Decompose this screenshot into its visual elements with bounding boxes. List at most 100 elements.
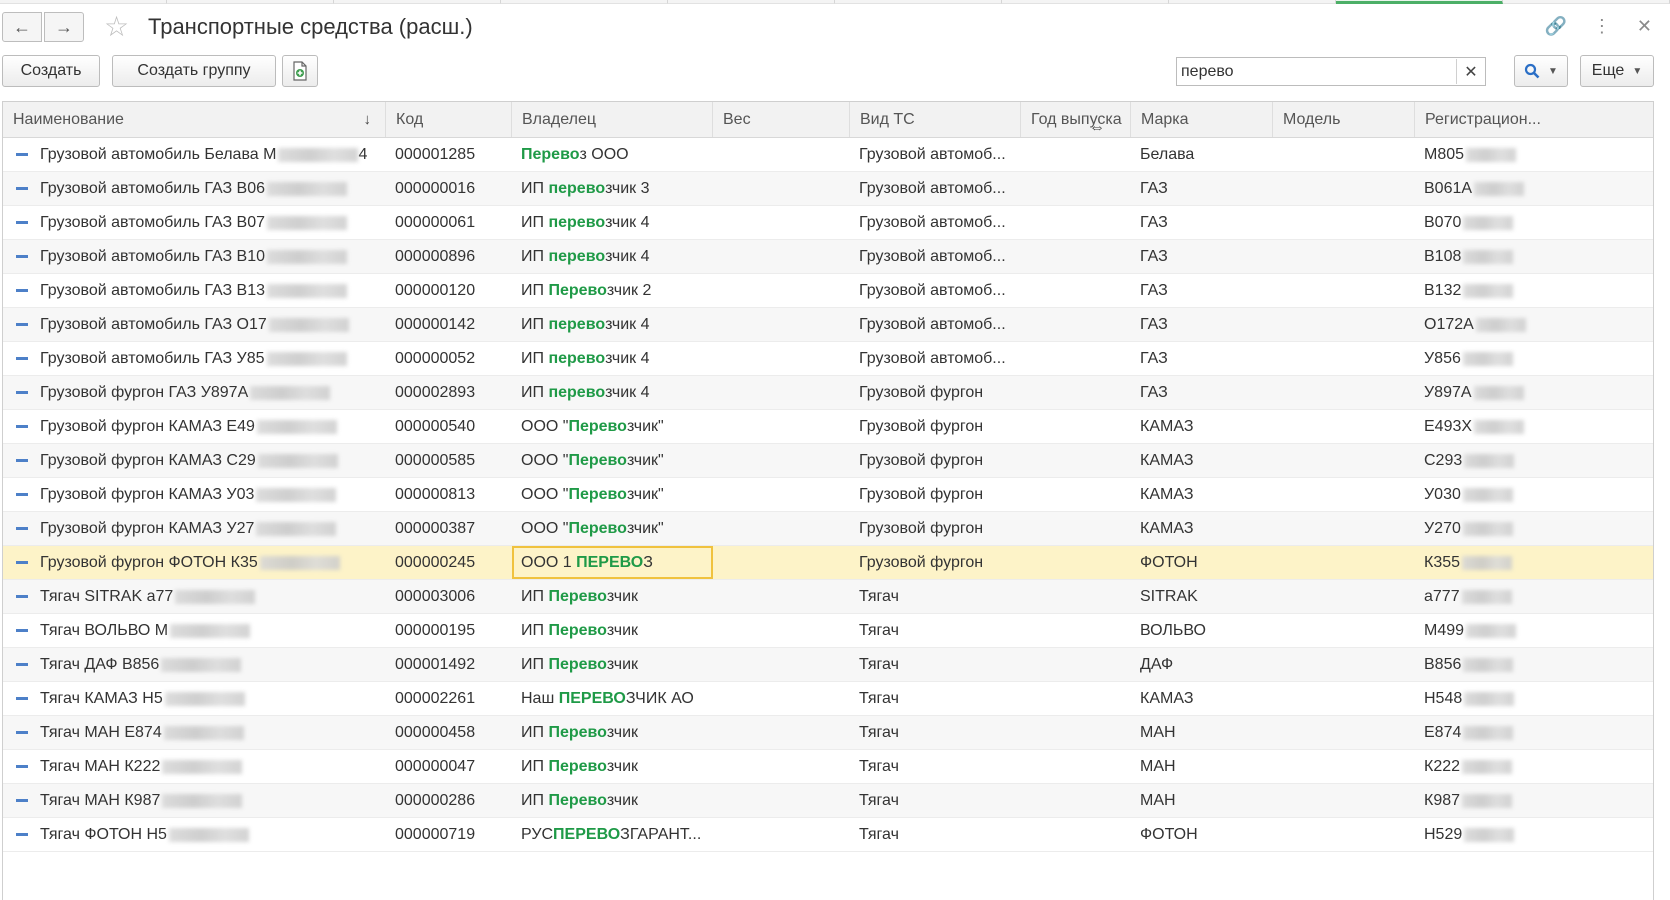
cell-weight[interactable] [713,308,850,341]
cell-year[interactable] [1021,580,1131,613]
cell-year[interactable] [1021,274,1131,307]
cell-model[interactable] [1273,614,1415,647]
cell-brand[interactable]: ГАЗ [1131,274,1273,307]
cell-vehicle-type[interactable]: Тягач [850,784,1021,817]
cell-code[interactable]: 000002261 [386,682,512,715]
cell-model[interactable] [1273,682,1415,715]
cell-name[interactable]: Грузовой фургон ГАЗ У897А [3,376,386,409]
cell-model[interactable] [1273,376,1415,409]
search-input[interactable] [1176,57,1486,86]
cell-model[interactable] [1273,206,1415,239]
cell-registration[interactable]: М499 [1415,614,1653,647]
cell-name[interactable]: Грузовой фургон КАМАЗ С29 [3,444,386,477]
cell-owner[interactable]: ИП перевозчик 4 [512,308,713,341]
cell-registration[interactable]: а777 [1415,580,1653,613]
cell-registration[interactable]: К355 [1415,546,1653,579]
cell-name[interactable]: Грузовой фургон КАМАЗ У27 [3,512,386,545]
cell-code[interactable]: 000000245 [386,546,512,579]
cell-owner[interactable]: ИП перевозчик 3 [512,172,713,205]
cell-code[interactable]: 000002893 [386,376,512,409]
cell-name[interactable]: Грузовой автомобиль ГАЗ В06 [3,172,386,205]
cell-weight[interactable] [713,750,850,783]
cell-weight[interactable] [713,240,850,273]
cell-vehicle-type[interactable]: Тягач [850,648,1021,681]
cell-year[interactable] [1021,172,1131,205]
cell-weight[interactable] [713,614,850,647]
cell-registration[interactable]: О172А [1415,308,1653,341]
cell-owner[interactable]: Перевоз ООО [512,138,713,171]
cell-name[interactable]: Тягач ДАФ В856 [3,648,386,681]
cell-weight[interactable] [713,410,850,443]
cell-model[interactable] [1273,342,1415,375]
table-row[interactable]: Грузовой автомобиль ГАЗ В13 000000120 ИП П… [3,274,1653,308]
cell-name[interactable]: Тягач КАМАЗ Н5 [3,682,386,715]
cell-year[interactable] [1021,716,1131,749]
cell-code[interactable]: 000000813 [386,478,512,511]
cell-name[interactable]: Грузовой автомобиль ГАЗ В13 [3,274,386,307]
cell-vehicle-type[interactable]: Тягач [850,682,1021,715]
cell-model[interactable] [1273,648,1415,681]
cell-vehicle-type[interactable]: Грузовой автомоб... [850,138,1021,171]
cell-year[interactable] [1021,410,1131,443]
cell-vehicle-type[interactable]: Грузовой автомоб... [850,308,1021,341]
cell-registration[interactable]: Е493Х [1415,410,1653,443]
cell-vehicle-type[interactable]: Грузовой фургон [850,512,1021,545]
cell-registration[interactable]: У030 [1415,478,1653,511]
cell-code[interactable]: 000003006 [386,580,512,613]
column-header-year[interactable]: Год выпуска [1021,102,1131,137]
cell-code[interactable]: 000001285 [386,138,512,171]
cell-weight[interactable] [713,206,850,239]
cell-model[interactable] [1273,172,1415,205]
table-row[interactable]: Грузовой автомобиль ГАЗ В10 000000896 ИП п… [3,240,1653,274]
table-row[interactable]: Тягач МАН К222 000000047 ИП Перевозчик Тяга… [3,750,1653,784]
column-header-code[interactable]: Код [386,102,512,137]
cell-brand[interactable]: ГАЗ [1131,376,1273,409]
cell-year[interactable] [1021,308,1131,341]
cell-owner[interactable]: ООО "Перевозчик" [512,478,713,511]
cell-year[interactable] [1021,138,1131,171]
cell-registration[interactable]: Н529 [1415,818,1653,851]
cell-owner[interactable]: ООО "Перевозчик" [512,410,713,443]
close-icon[interactable]: ✕ [1637,14,1652,38]
cell-vehicle-type[interactable]: Грузовой автомоб... [850,172,1021,205]
cell-code[interactable]: 000000896 [386,240,512,273]
cell-name[interactable]: Тягач ВОЛЬВО М [3,614,386,647]
column-header-vehicle-type[interactable]: Вид ТС [850,102,1021,137]
table-row[interactable]: Тягач КАМАЗ Н5 000002261 Наш ПЕРЕВОЗЧИК АО… [3,682,1653,716]
cell-owner[interactable]: ИП перевозчик 4 [512,376,713,409]
cell-code[interactable]: 000000047 [386,750,512,783]
cell-name[interactable]: Грузовой автомобиль ГАЗ У85 [3,342,386,375]
table-row[interactable]: Грузовой фургон ФОТОН К35 000000245 ООО 1 … [3,546,1653,580]
table-row[interactable]: Грузовой фургон КАМАЗ С29 000000585 ООО "П… [3,444,1653,478]
table-row[interactable]: Грузовой автомобиль ГАЗ В07 000000061 ИП п… [3,206,1653,240]
cell-registration[interactable]: К987 [1415,784,1653,817]
cell-model[interactable] [1273,308,1415,341]
cell-model[interactable] [1273,750,1415,783]
link-icon[interactable]: 🔗 [1544,14,1566,38]
cell-registration[interactable]: С293 [1415,444,1653,477]
cell-name[interactable]: Грузовой фургон ФОТОН К35 [3,546,386,579]
table-row[interactable]: Тягач МАН К987 000000286 ИП Перевозчик Тяга… [3,784,1653,818]
cell-vehicle-type[interactable]: Грузовой автомоб... [850,240,1021,273]
cell-code[interactable]: 000000387 [386,512,512,545]
cell-owner[interactable]: ИП Перевозчик [512,580,713,613]
cell-model[interactable] [1273,240,1415,273]
cell-brand[interactable]: ГАЗ [1131,308,1273,341]
cell-brand[interactable]: КАМАЗ [1131,512,1273,545]
window-tab[interactable] [334,0,501,4]
cell-vehicle-type[interactable]: Тягач [850,750,1021,783]
table-row[interactable]: Тягач ВОЛЬВО М 000000195 ИП Перевозчик Тяга… [3,614,1653,648]
cell-brand[interactable]: ГАЗ [1131,342,1273,375]
cell-vehicle-type[interactable]: Грузовой фургон [850,478,1021,511]
table-row[interactable]: Тягач ФОТОН Н5 000000719 РУСПЕРЕВОЗГАРАНТ.… [3,818,1653,852]
cell-brand[interactable]: КАМАЗ [1131,444,1273,477]
cell-name[interactable]: Грузовой фургон КАМАЗ У03 [3,478,386,511]
cell-model[interactable] [1273,580,1415,613]
more-button[interactable]: Еще ▼ [1580,55,1654,87]
window-tab-active[interactable] [1336,0,1503,4]
cell-owner[interactable]: РУСПЕРЕВОЗГАРАНТ... [512,818,713,851]
cell-owner[interactable]: ООО "Перевозчик" [512,444,713,477]
table-row[interactable]: Грузовой фургон КАМАЗ Е49 000000540 ООО "П… [3,410,1653,444]
create-button[interactable]: Создать [2,55,100,87]
table-row[interactable]: Тягач SITRAK а77 000003006 ИП Перевозчик Тя… [3,580,1653,614]
